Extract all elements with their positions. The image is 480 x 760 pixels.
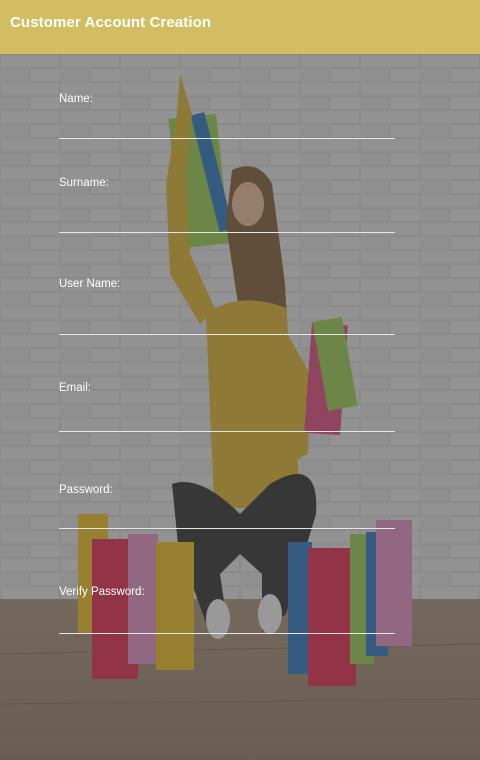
email-field-group: Email:	[59, 381, 395, 432]
username-label: User Name:	[59, 278, 121, 290]
page-title: Customer Account Creation	[10, 14, 212, 31]
name-field-group: Name:	[59, 92, 395, 139]
verify-password-input[interactable]	[59, 611, 395, 634]
password-input[interactable]	[59, 506, 395, 529]
password-label: Password:	[59, 484, 113, 496]
surname-field-group: Surname:	[59, 176, 395, 233]
email-input[interactable]	[59, 409, 395, 432]
email-label: Email:	[59, 382, 91, 394]
account-form: Name: Surname: User Name: Email: Passwor…	[0, 54, 480, 760]
surname-input[interactable]	[59, 210, 395, 233]
name-input[interactable]	[59, 116, 395, 139]
verify-password-label: Verify Password:	[59, 586, 145, 598]
verify-password-field-group: Verify Password:	[59, 585, 395, 634]
password-field-group: Password:	[59, 483, 395, 529]
account-creation-window: Customer Account Creation Name: Surname:…	[0, 0, 480, 760]
surname-label: Surname:	[59, 177, 109, 189]
username-input[interactable]	[59, 312, 395, 335]
name-label: Name:	[59, 93, 93, 105]
title-bar: Customer Account Creation	[0, 0, 480, 54]
username-field-group: User Name:	[59, 277, 395, 335]
